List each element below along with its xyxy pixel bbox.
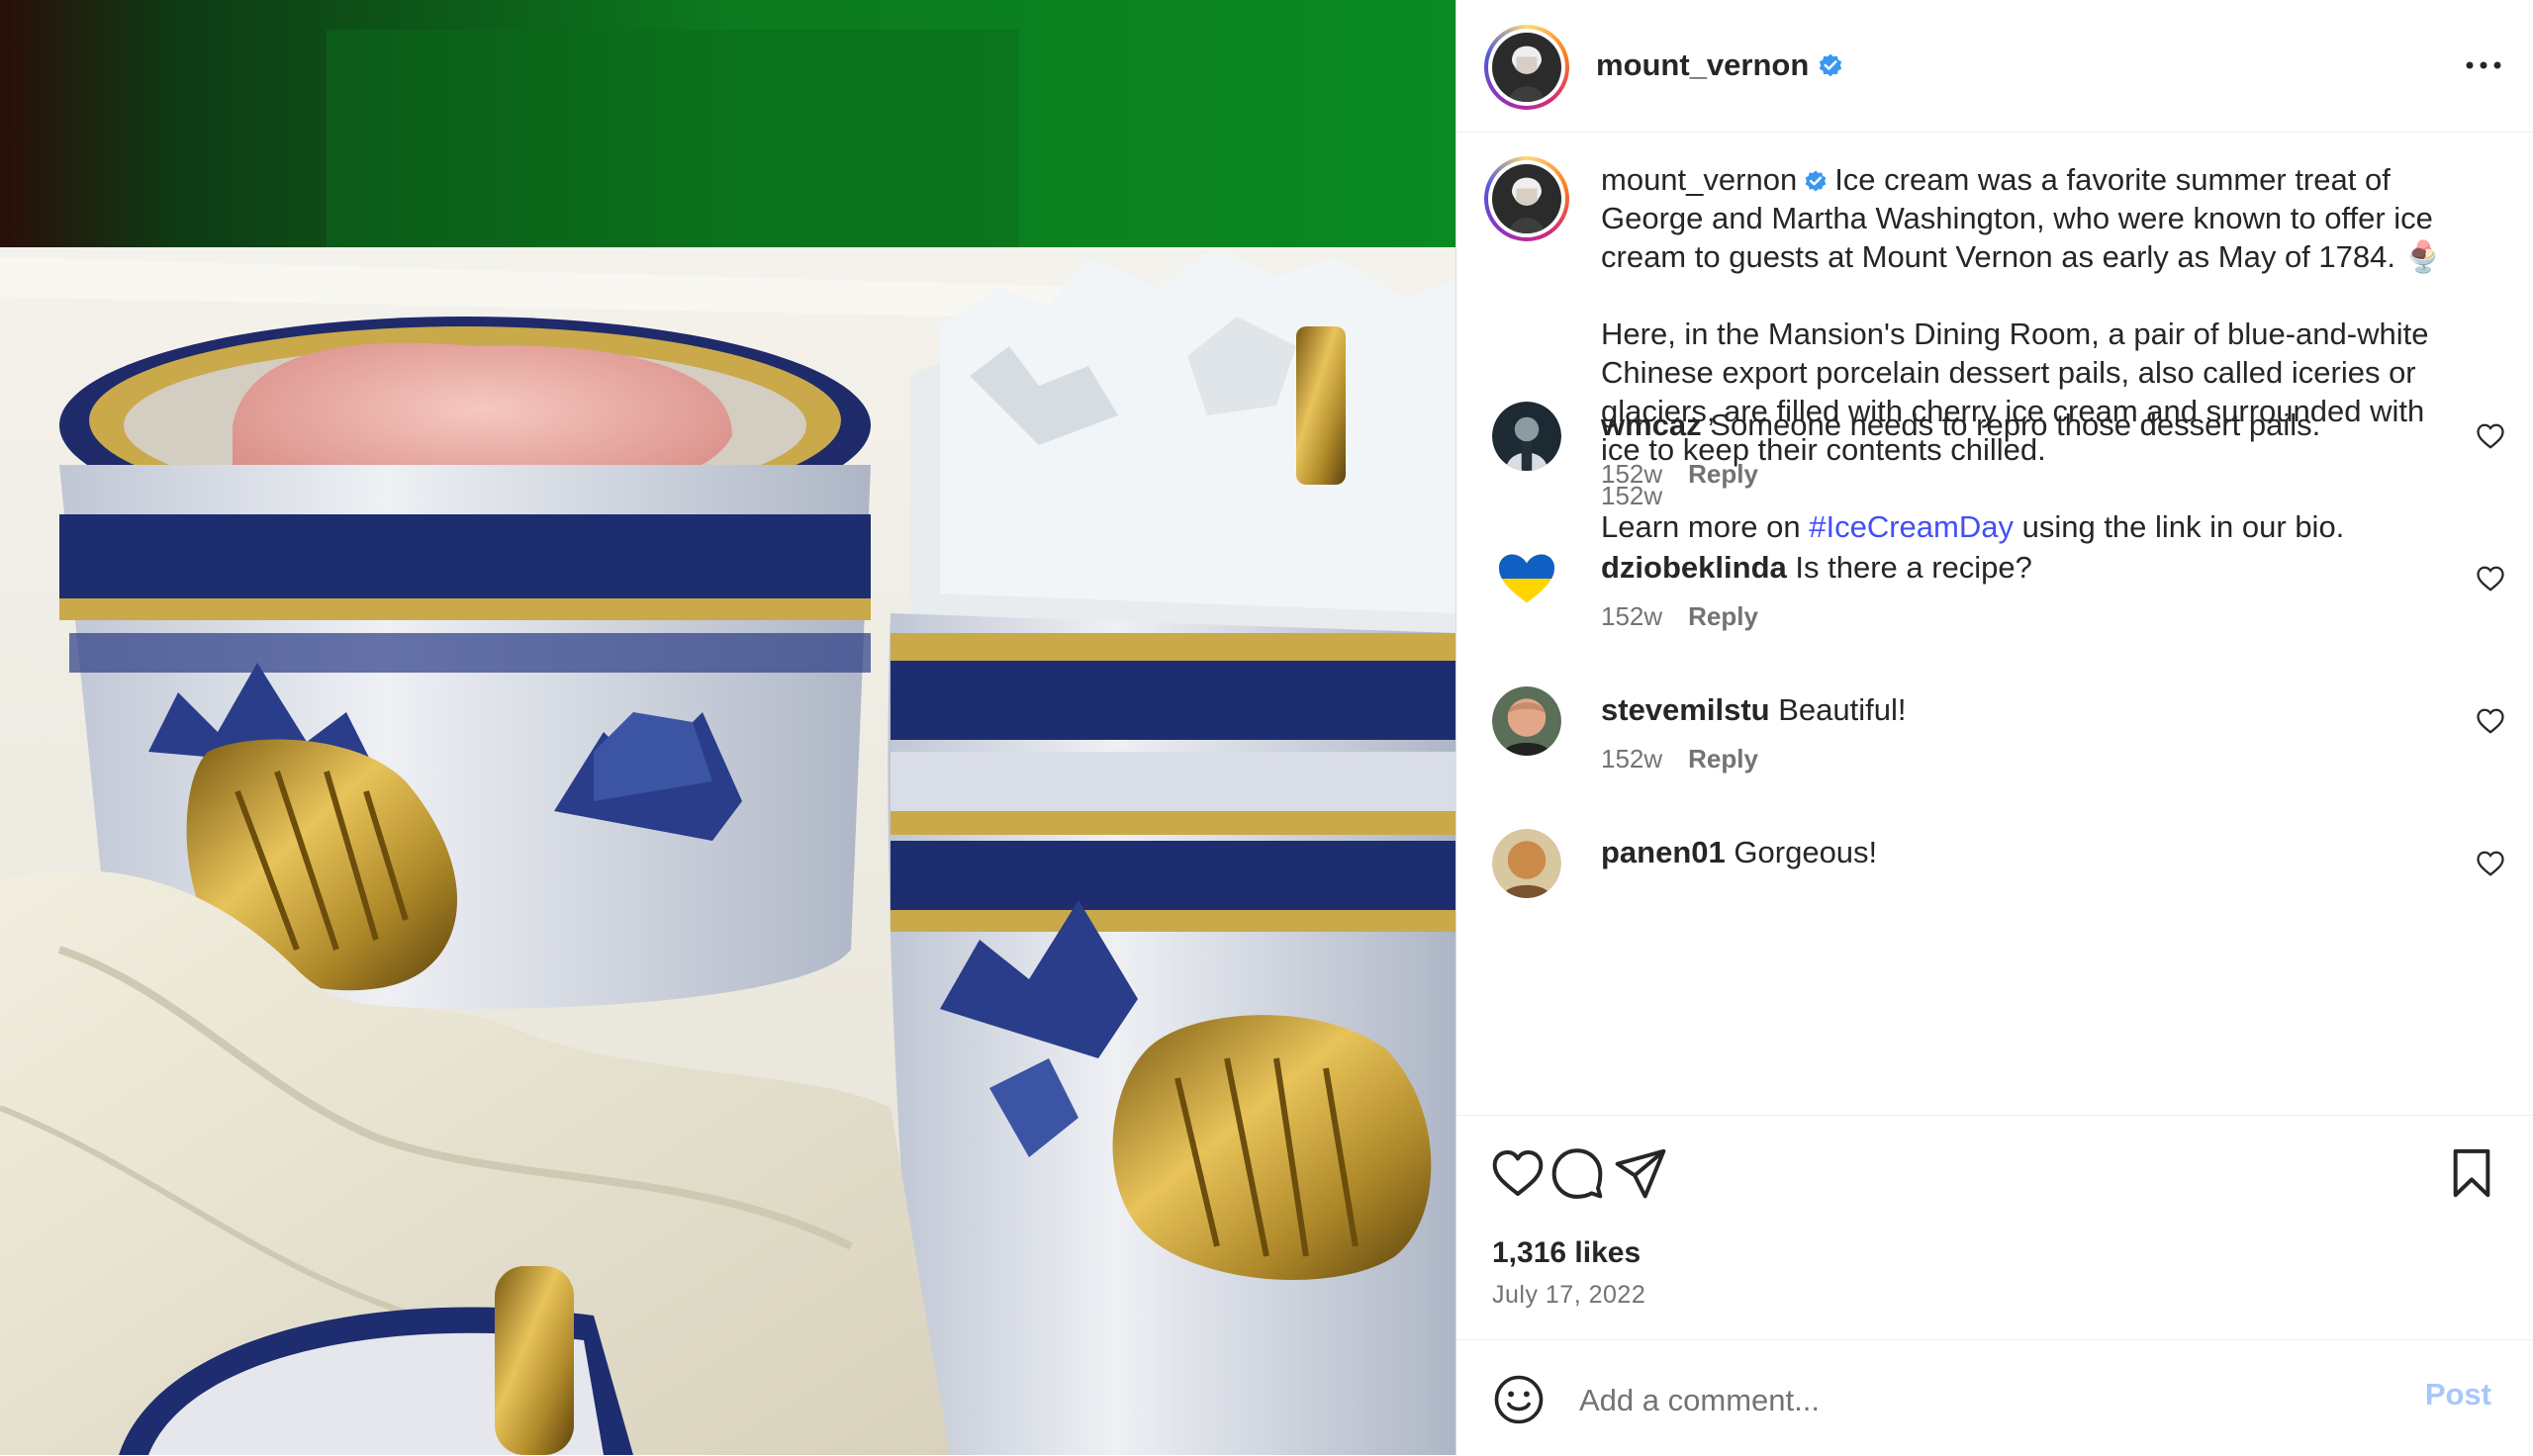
comment-item: stevemilstu Beautiful! 152w Reply (1456, 686, 2533, 829)
post-header: mount_vernon (1456, 0, 2533, 133)
post-actions: 1,316 likes July 17, 2022 (1456, 1115, 2533, 1343)
like-heart-icon[interactable] (1490, 1145, 1546, 1201)
comment-timestamp: 152w (1601, 459, 1663, 489)
washington-portrait-icon (1492, 164, 1561, 233)
reply-button[interactable]: Reply (1688, 744, 1758, 774)
comment-username[interactable]: wmcaz (1601, 408, 1702, 442)
share-send-icon[interactable] (1613, 1145, 1668, 1201)
ukraine-heart-avatar-icon (1492, 544, 1561, 613)
comment-item: dziobeklinda Is there a recipe? 152w Repl… (1456, 544, 2533, 686)
comment-item: panen01 Gorgeous! (1456, 829, 2533, 971)
post-sidebar: mount_vernon mount_vernon Ice cream was … (1455, 0, 2533, 1455)
like-comment-heart-icon[interactable] (2476, 849, 2505, 878)
post-date: July 17, 2022 (1492, 1281, 1646, 1309)
comments-list[interactable]: mount_vernon Ice cream was a favorite sum… (1456, 133, 2533, 1115)
user-avatar-icon (1492, 402, 1561, 471)
comment-bubble-icon[interactable] (1549, 1145, 1605, 1201)
comment-text: wmcaz Someone needs to repro those desse… (1601, 408, 2321, 442)
add-comment-bar: Post (1456, 1339, 2533, 1456)
verified-badge-icon (1820, 53, 1842, 77)
commenter-avatar[interactable] (1492, 544, 1561, 613)
comment-item: wmcaz Someone needs to repro those desse… (1456, 402, 2533, 544)
post-photo (0, 0, 1455, 1455)
commenter-avatar[interactable] (1492, 829, 1561, 898)
commenter-avatar[interactable] (1492, 686, 1561, 756)
comment-timestamp: 152w (1601, 744, 1663, 774)
reply-button[interactable]: Reply (1688, 601, 1758, 631)
comment-username[interactable]: dziobeklinda (1601, 550, 1787, 585)
header-username-row: mount_vernon (1596, 47, 1844, 83)
dessert-pails-photo (0, 0, 1455, 1455)
verified-badge-icon (1805, 170, 1827, 192)
header-username[interactable]: mount_vernon (1596, 47, 1809, 82)
comment-text: dziobeklinda Is there a recipe? (1601, 550, 2032, 585)
comment-text: stevemilstu Beautiful! (1601, 692, 1907, 727)
post-comment-button[interactable]: Post (2419, 1376, 2497, 1413)
user-avatar-icon (1492, 686, 1561, 756)
add-comment-input[interactable] (1577, 1376, 2333, 1425)
commenter-avatar[interactable] (1492, 402, 1561, 471)
likes-count[interactable]: 1,316 likes (1492, 1236, 1641, 1270)
comment-meta: 152w Reply (1601, 744, 1758, 774)
reply-button[interactable]: Reply (1688, 459, 1758, 489)
more-options-icon[interactable] (2462, 46, 2505, 85)
like-comment-heart-icon[interactable] (2476, 564, 2505, 593)
like-comment-heart-icon[interactable] (2476, 706, 2505, 736)
profile-avatar[interactable] (1484, 25, 1569, 110)
washington-portrait-icon (1492, 33, 1561, 102)
comment-username[interactable]: panen01 (1601, 835, 1726, 869)
user-avatar-icon (1492, 829, 1561, 898)
comment-meta: 152w Reply (1601, 601, 1758, 632)
comment-meta: 152w Reply (1601, 459, 1758, 490)
comment-timestamp: 152w (1601, 601, 1663, 631)
caption-avatar[interactable] (1484, 156, 1569, 241)
save-bookmark-icon[interactable] (2444, 1145, 2499, 1201)
caption-username[interactable]: mount_vernon (1601, 162, 1797, 197)
emoji-icon[interactable] (1492, 1373, 1546, 1426)
comment-username[interactable]: stevemilstu (1601, 692, 1770, 727)
comment-text: panen01 Gorgeous! (1601, 835, 1878, 869)
like-comment-heart-icon[interactable] (2476, 421, 2505, 451)
